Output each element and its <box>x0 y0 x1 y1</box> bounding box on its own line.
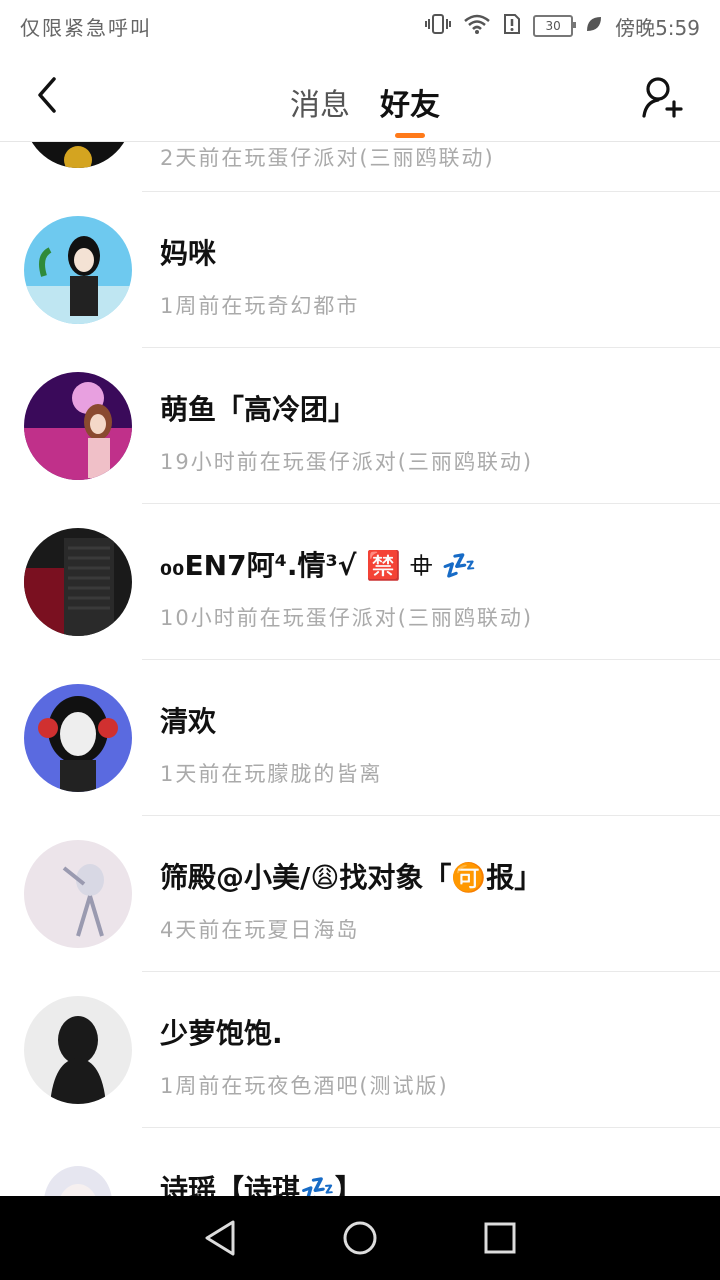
nav-recents-button[interactable] <box>470 1208 530 1268</box>
active-tab-indicator <box>395 133 425 138</box>
chevron-left-icon <box>38 77 56 113</box>
friend-name: 诗瑶【诗琪💤】 <box>160 1173 363 1196</box>
avatar <box>24 996 132 1104</box>
square-recents-icon <box>484 1222 516 1254</box>
friend-row[interactable]: 萌鱼「高冷团」 19小时前在玩蛋仔派对(三丽鸥联动) <box>0 348 720 504</box>
friend-name: 筛殿@小美/😩找对象「🉑报」 <box>160 861 543 894</box>
status-bar: 仅限紧急呼叫 30 傍晚5:59 <box>0 0 720 52</box>
avatar <box>24 840 132 948</box>
friend-name: 清欢 <box>160 705 217 738</box>
system-nav-bar <box>0 1196 720 1280</box>
friend-row[interactable]: 少萝饱饱. 1周前在玩夜色酒吧(测试版) <box>0 972 720 1128</box>
friend-row[interactable]: 清欢 1天前在玩朦胧的皆离 <box>0 660 720 816</box>
friend-status: 1天前在玩朦胧的皆离 <box>160 762 383 786</box>
avatar <box>24 528 132 636</box>
wifi-icon <box>463 13 491 40</box>
status-icons: 30 傍晚5:59 <box>425 12 700 41</box>
friend-name: 萌鱼「高冷团」 <box>160 393 357 426</box>
friend-status: 1周前在玩奇幻都市 <box>160 294 360 318</box>
tab-messages[interactable]: 消息 <box>290 72 350 124</box>
back-button[interactable] <box>22 70 72 120</box>
sim-alert-icon <box>503 13 521 40</box>
tab-bar: 消息 好友 <box>270 72 460 138</box>
friend-status: 2天前在玩蛋仔派对(三丽鸥联动) <box>160 146 495 170</box>
friend-row[interactable]: 2天前在玩蛋仔派对(三丽鸥联动) <box>0 142 720 192</box>
friend-row[interactable]: 筛殿@小美/😩找对象「🉑报」 4天前在玩夏日海岛 <box>0 816 720 972</box>
clock: 傍晚5:59 <box>615 15 700 40</box>
tab-friends[interactable]: 好友 <box>380 72 440 138</box>
friend-status: 19小时前在玩蛋仔派对(三丽鸥联动) <box>160 450 534 474</box>
carrier-text: 仅限紧急呼叫 <box>20 15 152 40</box>
friend-status: 4天前在玩夏日海岛 <box>160 918 360 942</box>
friend-name: 妈咪 <box>160 237 217 270</box>
triangle-back-icon <box>205 1220 235 1256</box>
header: 消息 好友 <box>0 52 720 142</box>
leaf-icon <box>585 14 603 38</box>
friend-row[interactable]: 诗瑶【诗琪💤】 <box>0 1128 720 1196</box>
vibrate-icon <box>425 13 452 40</box>
tab-messages-label: 消息 <box>290 88 350 123</box>
avatar <box>24 684 132 792</box>
friend-name: 少萝饱饱. <box>160 1017 283 1050</box>
nav-home-button[interactable] <box>330 1208 390 1268</box>
friend-list[interactable]: 2天前在玩蛋仔派对(三丽鸥联动) 妈咪 1周前在玩奇幻都市 萌鱼「高冷团」 19… <box>0 142 720 1196</box>
add-user-icon <box>642 77 683 118</box>
avatar <box>24 142 132 168</box>
friend-row[interactable]: 妈咪 1周前在玩奇幻都市 <box>0 192 720 348</box>
avatar <box>24 1152 132 1196</box>
friend-row[interactable]: ₀₀EN7阿⁴.情³√ 🈲 ⯐ 💤 10小时前在玩蛋仔派对(三丽鸥联动) <box>0 504 720 660</box>
nav-back-button[interactable] <box>190 1208 250 1268</box>
battery-indicator: 30 <box>533 15 577 37</box>
friend-status: 10小时前在玩蛋仔派对(三丽鸥联动) <box>160 606 534 630</box>
tab-friends-label: 好友 <box>380 88 440 123</box>
avatar <box>24 216 132 324</box>
avatar <box>24 372 132 480</box>
add-friend-button[interactable] <box>634 70 690 126</box>
circle-home-icon <box>343 1221 377 1255</box>
friend-status: 1周前在玩夜色酒吧(测试版) <box>160 1074 449 1098</box>
friend-name: ₀₀EN7阿⁴.情³√ 🈲 ⯐ 💤 <box>160 549 477 582</box>
